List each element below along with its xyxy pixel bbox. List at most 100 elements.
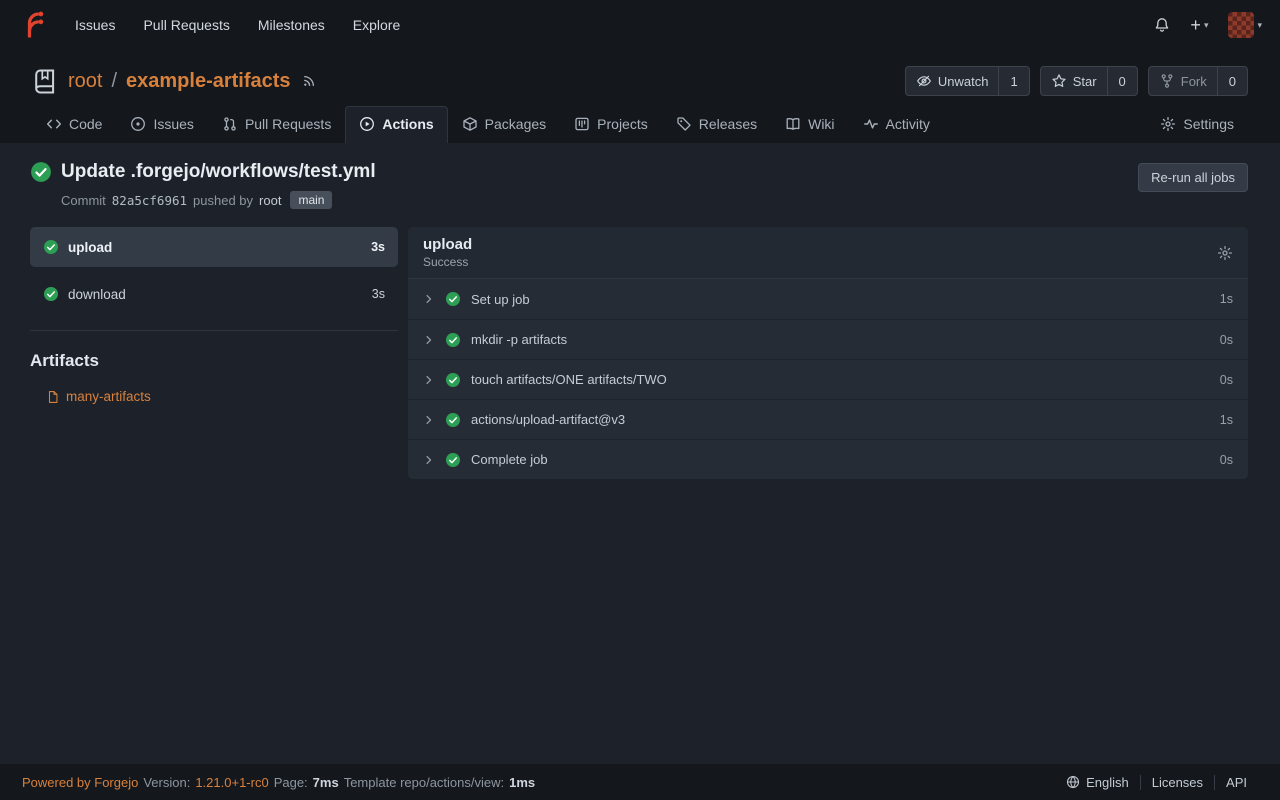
jobs-sidebar: upload 3s download 3s Artifacts — [30, 227, 398, 404]
api-link[interactable]: API — [1214, 775, 1258, 790]
step-duration: 1s — [1220, 413, 1233, 427]
repo-owner-link[interactable]: root — [68, 70, 102, 93]
chevron-right-icon — [423, 334, 435, 346]
success-check-icon — [445, 291, 461, 307]
book-icon — [785, 116, 801, 132]
template-time-value: 1ms — [509, 775, 535, 790]
fork-label: Fork — [1181, 74, 1207, 89]
nav-pull-requests[interactable]: Pull Requests — [130, 9, 242, 41]
actions-run-view: Update .forgejo/workflows/test.yml Commi… — [0, 143, 1280, 764]
pulse-icon — [863, 116, 879, 132]
star-icon — [1051, 73, 1067, 89]
branch-badge[interactable]: main — [290, 191, 332, 209]
tab-projects[interactable]: Projects — [560, 106, 662, 143]
version-link[interactable]: 1.21.0+1-rc0 — [195, 775, 268, 790]
success-check-icon — [445, 332, 461, 348]
tag-icon — [676, 116, 692, 132]
job-steps-list: Set up job 1s mkdir -p artifacts 0s touc… — [408, 279, 1248, 479]
star-button[interactable]: Star 0 — [1040, 66, 1138, 96]
job-item-upload[interactable]: upload 3s — [30, 227, 398, 267]
version-label: Version: — [143, 775, 190, 790]
job-detail-header: upload Success — [408, 227, 1248, 279]
tab-label: Issues — [153, 116, 193, 132]
repo-tabs: Code Issues Pull Requests Actions Packag… — [24, 106, 1256, 143]
stars-count[interactable]: 0 — [1107, 67, 1137, 95]
tab-wiki[interactable]: Wiki — [771, 106, 848, 143]
unwatch-button[interactable]: Unwatch 1 — [905, 66, 1030, 96]
tab-pull-requests[interactable]: Pull Requests — [208, 106, 345, 143]
run-title-block: Update .forgejo/workflows/test.yml Commi… — [30, 161, 376, 209]
tab-label: Wiki — [808, 116, 834, 132]
job-step-row[interactable]: mkdir -p artifacts 0s — [408, 319, 1248, 359]
tab-label: Actions — [382, 116, 433, 132]
gear-icon — [1160, 116, 1176, 132]
success-check-icon — [445, 372, 461, 388]
project-board-icon — [574, 116, 590, 132]
commit-line: Commit 82a5cf6961 pushed by root main — [61, 191, 376, 209]
tab-label: Pull Requests — [245, 116, 331, 132]
sidebar-divider — [30, 330, 398, 331]
page: Issues Pull Requests Milestones Explore … — [0, 0, 1280, 800]
powered-by-link[interactable]: Powered by Forgejo — [22, 775, 138, 790]
pusher-link[interactable]: root — [259, 193, 281, 208]
tab-releases[interactable]: Releases — [662, 106, 771, 143]
artifact-link-many-artifacts[interactable]: many-artifacts — [46, 389, 398, 404]
tab-packages[interactable]: Packages — [448, 106, 560, 143]
repo-action-buttons: Unwatch 1 Star 0 — [905, 66, 1248, 96]
step-duration: 0s — [1220, 373, 1233, 387]
nav-milestones[interactable]: Milestones — [245, 9, 338, 41]
top-navbar: Issues Pull Requests Milestones Explore … — [0, 0, 1280, 50]
forgejo-logo-icon[interactable] — [18, 10, 48, 40]
nav-issues[interactable]: Issues — [62, 9, 128, 41]
step-duration: 0s — [1220, 453, 1233, 467]
repo-path-separator: / — [111, 70, 117, 93]
language-selector[interactable]: English — [1055, 775, 1140, 790]
tab-actions[interactable]: Actions — [345, 106, 447, 143]
tab-label: Packages — [485, 116, 546, 132]
notifications-bell-icon[interactable] — [1154, 17, 1170, 33]
artifact-name: many-artifacts — [66, 389, 151, 404]
job-step-row[interactable]: Complete job 0s — [408, 439, 1248, 479]
fork-button[interactable]: Fork 0 — [1148, 66, 1248, 96]
tab-code[interactable]: Code — [32, 106, 116, 143]
step-label: touch artifacts/ONE artifacts/TWO — [471, 372, 667, 387]
repo-book-icon — [32, 68, 59, 95]
licenses-link[interactable]: Licenses — [1140, 775, 1214, 790]
job-detail-name: upload — [423, 236, 472, 253]
tab-settings[interactable]: Settings — [1146, 106, 1248, 143]
job-step-row[interactable]: actions/upload-artifact@v3 1s — [408, 399, 1248, 439]
repo-header: root / example-artifacts — [0, 50, 1280, 143]
create-new-menu[interactable]: + ▾ — [1190, 16, 1208, 34]
job-options-gear-icon[interactable] — [1217, 245, 1233, 261]
commit-sha-link[interactable]: 82a5cf6961 — [112, 193, 187, 208]
bell-icon — [1154, 17, 1170, 33]
job-detail-status: Success — [423, 255, 472, 269]
repo-name-link[interactable]: example-artifacts — [126, 70, 291, 93]
user-menu[interactable]: ▾ — [1228, 12, 1262, 38]
plus-icon: + — [1190, 16, 1201, 34]
nav-right: + ▾ ▾ — [1154, 12, 1262, 38]
watchers-count[interactable]: 1 — [998, 67, 1028, 95]
nav-explore[interactable]: Explore — [340, 9, 413, 41]
step-duration: 0s — [1220, 333, 1233, 347]
run-success-check-icon — [30, 161, 52, 183]
step-label: Complete job — [471, 452, 548, 467]
run-body: upload 3s download 3s Artifacts — [30, 227, 1248, 479]
tab-activity[interactable]: Activity — [849, 106, 944, 143]
avatar — [1228, 12, 1254, 38]
job-detail-panel: upload Success Set up job 1s — [408, 227, 1248, 479]
step-label: mkdir -p artifacts — [471, 332, 567, 347]
job-step-row[interactable]: touch artifacts/ONE artifacts/TWO 0s — [408, 359, 1248, 399]
pull-request-icon — [222, 116, 238, 132]
job-item-download[interactable]: download 3s — [30, 274, 398, 314]
forks-count[interactable]: 0 — [1217, 67, 1247, 95]
tab-issues[interactable]: Issues — [116, 106, 207, 143]
rss-icon[interactable] — [302, 74, 316, 88]
file-icon — [46, 390, 60, 404]
success-check-icon — [43, 239, 59, 255]
language-label: English — [1086, 775, 1129, 790]
rerun-all-jobs-button[interactable]: Re-run all jobs — [1138, 163, 1248, 192]
job-step-row[interactable]: Set up job 1s — [408, 279, 1248, 319]
run-title: Update .forgejo/workflows/test.yml — [61, 161, 376, 183]
success-check-icon — [43, 286, 59, 302]
